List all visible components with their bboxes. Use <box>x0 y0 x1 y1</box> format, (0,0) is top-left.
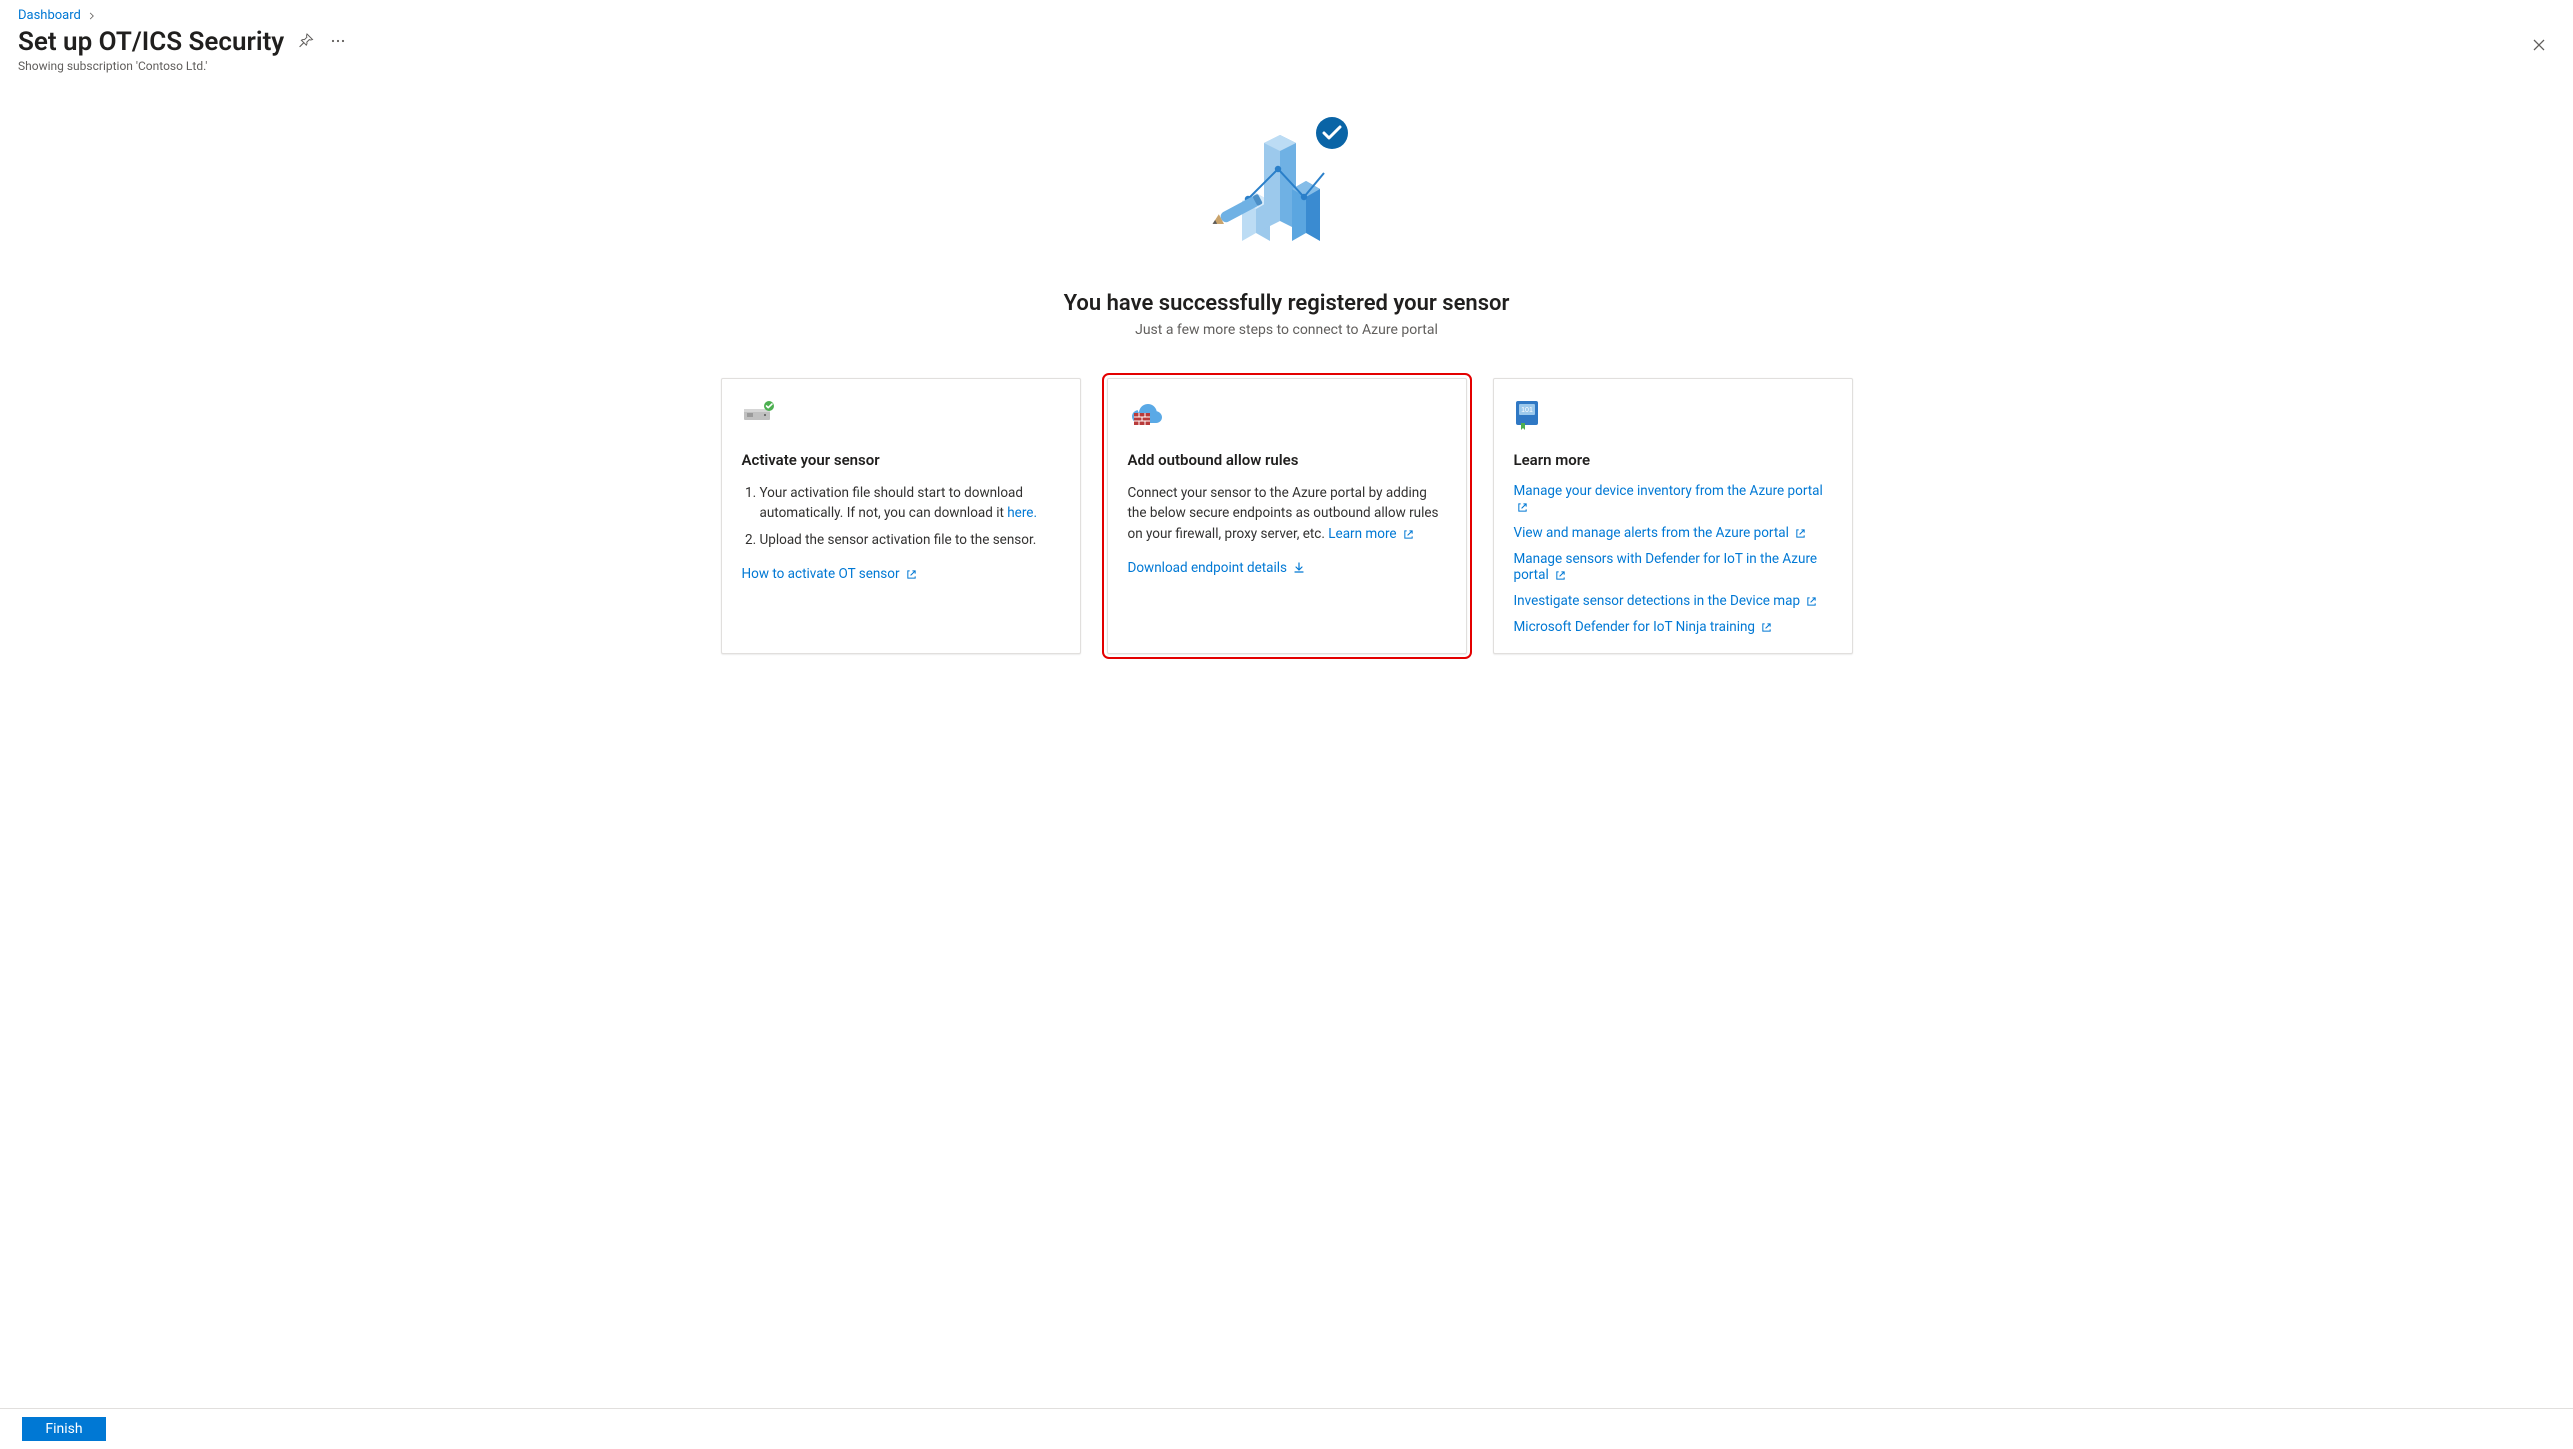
page-title: Set up OT/ICS Security <box>18 27 284 57</box>
external-link-icon <box>1761 622 1772 633</box>
external-link-icon <box>1517 502 1528 513</box>
pin-button[interactable] <box>294 29 318 56</box>
external-link-icon <box>1806 596 1817 607</box>
breadcrumb: Dashboard <box>18 8 2555 23</box>
more-button[interactable] <box>326 29 350 56</box>
learn-link-device-map[interactable]: Investigate sensor detections in the Dev… <box>1514 593 1832 609</box>
outbound-learn-more-link[interactable]: Learn more <box>1328 526 1414 542</box>
chevron-right-icon <box>87 11 97 21</box>
download-here-link[interactable]: here. <box>1007 505 1037 521</box>
download-icon <box>1293 562 1305 574</box>
external-link-icon <box>906 569 917 580</box>
hero-title: You have successfully registered your se… <box>18 291 2555 316</box>
card-activate-sensor: Activate your sensor Your activation fil… <box>721 378 1081 654</box>
page-subtitle: Showing subscription 'Contoso Ltd.' <box>18 59 2555 73</box>
more-horizontal-icon <box>330 33 346 52</box>
close-button[interactable] <box>2525 36 2553 59</box>
learn-link-device-inventory[interactable]: Manage your device inventory from the Az… <box>1514 483 1832 515</box>
card-activate-title: Activate your sensor <box>742 451 1060 469</box>
svg-text:101: 101 <box>1521 407 1533 414</box>
finish-button[interactable]: Finish <box>22 1417 106 1441</box>
sensor-device-icon <box>742 399 1060 433</box>
learn-link-alerts[interactable]: View and manage alerts from the Azure po… <box>1514 525 1832 541</box>
hero-subtitle: Just a few more steps to connect to Azur… <box>18 322 2555 338</box>
card-outbound-rules: Add outbound allow rules Connect your se… <box>1107 378 1467 654</box>
card-learn-title: Learn more <box>1514 451 1832 469</box>
success-illustration <box>1202 103 1372 267</box>
breadcrumb-dashboard-link[interactable]: Dashboard <box>18 8 81 23</box>
activate-step-2: Upload the sensor activation file to the… <box>760 530 1060 550</box>
download-endpoint-details-link[interactable]: Download endpoint details <box>1128 560 1306 576</box>
external-link-icon <box>1795 528 1806 539</box>
howto-activate-link[interactable]: How to activate OT sensor <box>742 566 917 582</box>
close-icon <box>2531 37 2547 58</box>
book-icon: 101 <box>1514 399 1832 433</box>
card-outbound-title: Add outbound allow rules <box>1128 451 1446 469</box>
activate-step-1: Your activation file should start to dow… <box>760 483 1060 524</box>
cloud-firewall-icon <box>1128 399 1446 433</box>
footer-bar: Finish <box>0 1408 2573 1449</box>
external-link-icon <box>1555 570 1566 581</box>
learn-link-ninja-training[interactable]: Microsoft Defender for IoT Ninja trainin… <box>1514 619 1832 635</box>
pin-icon <box>298 33 314 52</box>
learn-link-manage-sensors[interactable]: Manage sensors with Defender for IoT in … <box>1514 551 1832 583</box>
card-learn-more: 101 Learn more Manage your device invent… <box>1493 378 1853 654</box>
external-link-icon <box>1403 529 1414 540</box>
